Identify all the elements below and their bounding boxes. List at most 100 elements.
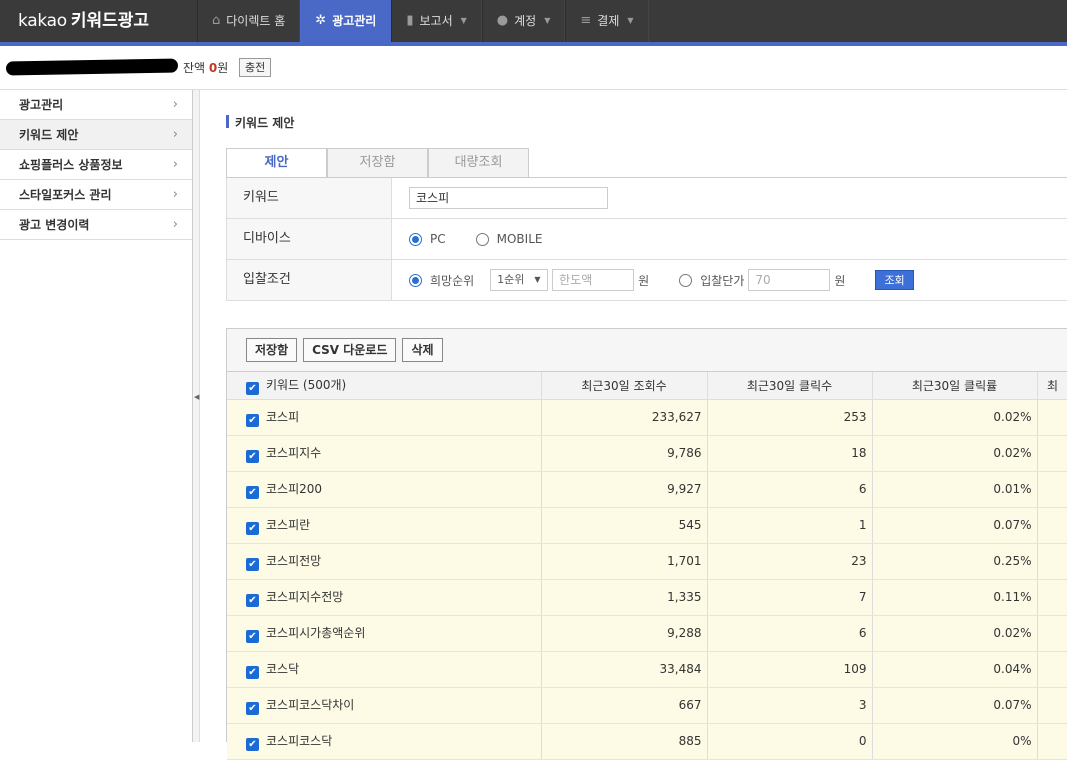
sidebar-item-label: 광고 변경이력	[19, 218, 90, 232]
row-checkbox[interactable]: ✔	[246, 665, 259, 679]
keyword-text: 코스피	[266, 409, 300, 424]
delete-button[interactable]: 삭제	[402, 338, 443, 362]
keyword-text: 코스피코스닥	[266, 733, 333, 748]
gear-icon: ✲	[315, 13, 327, 28]
bid-price-label: 입찰단가	[700, 273, 745, 288]
bid-limit-input[interactable]: 한도액	[552, 269, 635, 291]
keyword-input[interactable]: 코스피	[409, 187, 608, 209]
tab-suggest[interactable]: 제안	[226, 148, 327, 178]
keyword-text: 코스피지수	[266, 445, 322, 460]
search-form: 키워드 코스피 디바이스 PC MOBILE 입찰조건 희망순위 1순위 ▼ 한…	[226, 178, 1067, 301]
home-icon: ⌂	[212, 13, 221, 28]
sidebar-item-style-focus[interactable]: 스타일포커스 관리 ›	[0, 180, 192, 210]
keyword-cell: ✔ 코스피전망	[227, 543, 542, 580]
header-ctr[interactable]: 최근30일 클릭률	[872, 372, 1038, 400]
table-row[interactable]: ✔ 코스피지수 9,786 18 0.02%	[227, 435, 1067, 472]
row-checkbox[interactable]: ✔	[246, 737, 259, 751]
chevron-down-icon: ▼	[544, 16, 551, 25]
rank-select[interactable]: 1순위 ▼	[490, 269, 549, 291]
bid-price-input[interactable]: 70	[748, 269, 831, 291]
charge-button[interactable]: 충전	[239, 58, 272, 77]
table-row[interactable]: ✔ 코스닥 33,484 109 0.04%	[227, 651, 1067, 688]
ctr-cell: 0%	[872, 723, 1038, 760]
chevron-right-icon: ›	[172, 157, 178, 172]
save-to-box-button[interactable]: 저장함	[246, 338, 298, 362]
brand-name: kakao	[18, 11, 67, 31]
nav-item-direct-home[interactable]: ⌂ 다이렉트 홈	[197, 0, 301, 42]
row-checkbox[interactable]: ✔	[246, 521, 259, 535]
keyword-cell: ✔ 코스피코스닥차이	[227, 687, 542, 724]
row-checkbox[interactable]: ✔	[246, 413, 259, 427]
keyword-cell: ✔ 코스피지수전망	[227, 579, 542, 616]
collapse-arrow-icon[interactable]: ◀	[194, 393, 199, 401]
sidebar-item-shopping-plus[interactable]: 쇼핑플러스 상품정보 ›	[0, 150, 192, 180]
truncated-cell	[1037, 399, 1067, 436]
sidebar-item-ad-management[interactable]: 광고관리 ›	[0, 90, 192, 120]
row-checkbox[interactable]: ✔	[246, 629, 259, 643]
row-checkbox[interactable]: ✔	[246, 593, 259, 607]
views-cell: 1,701	[541, 543, 708, 580]
ctr-cell: 0.11%	[872, 579, 1038, 616]
app-logo[interactable]: kakao 키워드광고	[18, 0, 149, 42]
chevron-right-icon: ›	[172, 217, 178, 232]
table-row[interactable]: ✔ 코스피코스닥 885 0 0%	[227, 723, 1067, 760]
keyword-text: 코스닥	[266, 661, 300, 676]
sidebar-item-keyword-suggest[interactable]: 키워드 제안 ›	[0, 120, 192, 150]
nav-item-ad-management[interactable]: ✲ 광고관리	[300, 0, 392, 42]
keyword-cell: ✔ 코스피란	[227, 507, 542, 544]
device-mobile-radio[interactable]	[475, 232, 489, 246]
tab-bulk-search[interactable]: 대량조회	[428, 148, 529, 178]
results-panel: 저장함 CSV 다운로드 삭제 ✔ 키워드 (500개) 최근30일 조회수 최근…	[226, 328, 1067, 760]
sidebar-splitter[interactable]	[193, 90, 200, 742]
row-checkbox[interactable]: ✔	[246, 449, 259, 463]
truncated-cell	[1037, 579, 1067, 616]
views-cell: 9,786	[541, 435, 708, 472]
table-row[interactable]: ✔ 코스피200 9,927 6 0.01%	[227, 471, 1067, 508]
select-all-checkbox[interactable]: ✔	[246, 381, 259, 395]
nav-label: 보고서	[419, 14, 453, 28]
header-truncated[interactable]: 최	[1037, 372, 1067, 400]
views-cell: 545	[541, 507, 708, 544]
ctr-cell: 0.02%	[872, 435, 1038, 472]
table-row[interactable]: ✔ 코스피 233,627 253 0.02%	[227, 399, 1067, 436]
sidebar-item-change-history[interactable]: 광고 변경이력 ›	[0, 210, 192, 240]
table-row[interactable]: ✔ 코스피전망 1,701 23 0.25%	[227, 543, 1067, 580]
bid-options: 희망순위 1순위 ▼ 한도액 원 입찰단가 70 원 조회	[392, 260, 1067, 300]
table-row[interactable]: ✔ 코스피시가총액순위 9,288 6 0.02%	[227, 615, 1067, 652]
form-row-device: 디바이스 PC MOBILE	[227, 219, 1067, 260]
device-pc-radio[interactable]	[409, 232, 422, 246]
truncated-cell	[1037, 543, 1067, 580]
top-navigation-bar: kakao 키워드광고 ⌂ 다이렉트 홈 ✲ 광고관리 ▮ 보고서 ▼ ● 계정 …	[0, 0, 1067, 42]
ctr-cell: 0.07%	[872, 507, 1038, 544]
table-row[interactable]: ✔ 코스피코스닥차이 667 3 0.07%	[227, 687, 1067, 724]
csv-download-button[interactable]: CSV 다운로드	[303, 338, 397, 362]
bar-chart-icon: ▮	[406, 13, 414, 28]
chevron-down-icon: ▼	[460, 16, 467, 25]
chevron-down-icon: ▼	[627, 16, 634, 25]
header-clicks[interactable]: 최근30일 클릭수	[707, 372, 873, 400]
nav-item-payment[interactable]: ≡ 결제 ▼	[565, 0, 649, 42]
row-checkbox[interactable]: ✔	[246, 557, 259, 571]
table-row[interactable]: ✔ 코스피란 545 1 0.07%	[227, 507, 1067, 544]
chevron-right-icon: ›	[172, 187, 178, 202]
table-row[interactable]: ✔ 코스피지수전망 1,335 7 0.11%	[227, 579, 1067, 616]
row-checkbox[interactable]: ✔	[246, 701, 259, 715]
row-checkbox[interactable]: ✔	[246, 485, 259, 499]
nav-item-reports[interactable]: ▮ 보고서 ▼	[391, 0, 482, 42]
keyword-table: ✔ 키워드 (500개) 최근30일 조회수 최근30일 클릭수 최근30일 클릭…	[227, 372, 1067, 760]
truncated-cell	[1037, 507, 1067, 544]
nav-item-account[interactable]: ● 계정 ▼	[481, 0, 566, 42]
sidebar-item-label: 스타일포커스 관리	[19, 188, 112, 202]
results-toolbar: 저장함 CSV 다운로드 삭제	[227, 329, 1067, 372]
keyword-cell: ✔ 코스피	[227, 399, 542, 436]
bid-rank-radio[interactable]	[409, 273, 422, 287]
bid-price-unit: 원	[834, 273, 846, 288]
clicks-cell: 7	[707, 579, 873, 616]
keyword-text: 코스피지수전망	[266, 589, 344, 604]
rank-select-value: 1순위	[497, 273, 525, 286]
header-views[interactable]: 최근30일 조회수	[541, 372, 708, 400]
keyword-cell: ✔ 코스피지수	[227, 435, 542, 472]
bid-price-radio[interactable]	[679, 273, 693, 287]
tab-saved[interactable]: 저장함	[327, 148, 428, 178]
search-button[interactable]: 조회	[875, 270, 914, 290]
